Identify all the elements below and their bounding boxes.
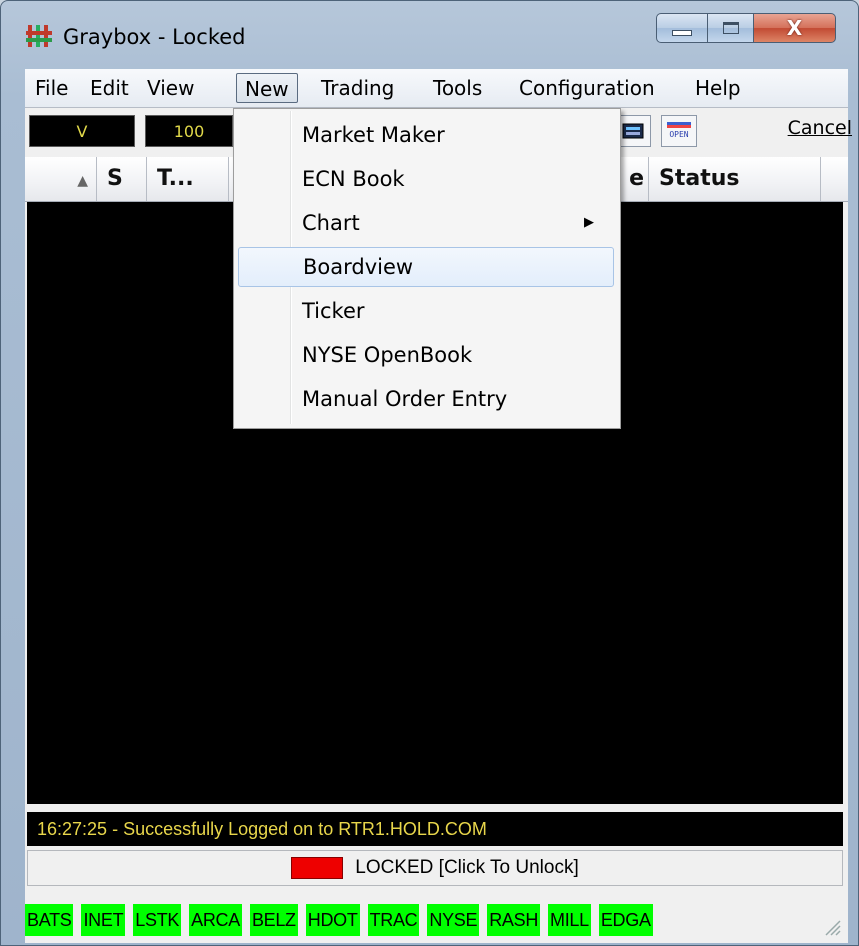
lock-indicator xyxy=(291,857,344,879)
menu-item-label: Boardview xyxy=(303,255,414,279)
menu-tools[interactable]: Tools xyxy=(425,73,490,103)
menu-item-label: NYSE OpenBook xyxy=(302,343,473,367)
menu-item-label: Ticker xyxy=(302,299,365,323)
unlock-button[interactable]: LOCKED [Click To Unlock] xyxy=(27,850,843,886)
ecn-route-bar: BATS INET LSTK ARCA BELZ HDOT TRAC NYSE … xyxy=(25,902,848,938)
menu-item-boardview[interactable]: Boardview xyxy=(238,247,614,287)
open-toolbar-button[interactable]: OPEN xyxy=(661,115,697,147)
ecn-route-arca[interactable]: ARCA xyxy=(189,904,242,936)
lock-status-text: LOCKED [Click To Unlock] xyxy=(355,857,579,878)
close-icon: X xyxy=(786,16,803,40)
menu-item-label: Manual Order Entry xyxy=(302,387,508,411)
minimize-icon xyxy=(672,30,692,36)
ecn-route-rash[interactable]: RASH xyxy=(487,904,541,936)
window-title: Graybox - Locked xyxy=(63,25,246,49)
menu-file[interactable]: File xyxy=(27,73,76,103)
cancel-button[interactable]: Cancel xyxy=(788,117,852,139)
menu-item-label: Chart xyxy=(302,211,360,235)
minimize-button[interactable] xyxy=(656,13,708,43)
new-menu-dropdown: Market Maker ECN Book Chart ▶ Boardview T… xyxy=(233,108,621,429)
menu-view[interactable]: View xyxy=(139,73,202,103)
symbol-input[interactable]: V xyxy=(29,115,135,147)
menu-trading[interactable]: Trading xyxy=(313,73,402,103)
column-header-s[interactable]: S xyxy=(97,157,147,201)
ecn-route-mill[interactable]: MILL xyxy=(548,904,591,936)
ecn-route-hdot[interactable]: HDOT xyxy=(305,904,360,936)
sort-column-header[interactable]: ▲ xyxy=(25,157,97,201)
menu-item-market-maker[interactable]: Market Maker xyxy=(238,115,614,155)
submenu-arrow-icon: ▶ xyxy=(584,215,594,230)
sort-ascending-icon: ▲ xyxy=(77,173,88,189)
graybox-app-icon xyxy=(26,25,52,47)
title-bar[interactable]: Graybox - Locked X xyxy=(1,1,859,67)
svg-text:OPEN: OPEN xyxy=(669,130,688,139)
ecn-route-lstk[interactable]: LSTK xyxy=(133,904,182,936)
resize-grip-icon[interactable] xyxy=(820,915,842,937)
menu-item-label: Market Maker xyxy=(302,123,445,147)
ecn-route-nyse[interactable]: NYSE xyxy=(427,904,480,936)
menu-item-manual-order-entry[interactable]: Manual Order Entry xyxy=(238,379,614,419)
maximize-button[interactable] xyxy=(708,13,754,43)
ecn-route-trac[interactable]: TRAC xyxy=(367,904,420,936)
menu-item-chart[interactable]: Chart ▶ xyxy=(238,203,614,243)
menu-bar: File Edit View New Trading Tools Configu… xyxy=(25,69,848,108)
menu-edit[interactable]: Edit xyxy=(82,73,137,103)
status-message: 16:27:25 - Successfully Logged on to RTR… xyxy=(27,812,843,846)
column-header-t[interactable]: T... xyxy=(147,157,229,201)
monitor-icon xyxy=(622,123,644,139)
menu-help[interactable]: Help xyxy=(687,73,749,103)
menu-item-label: ECN Book xyxy=(302,167,405,191)
ecn-route-bats[interactable]: BATS xyxy=(25,904,74,936)
open-icon: OPEN xyxy=(667,122,691,139)
ecn-route-belz[interactable]: BELZ xyxy=(249,904,298,936)
menu-new[interactable]: New xyxy=(236,73,298,103)
column-header-status[interactable]: Status xyxy=(649,157,821,201)
ecn-route-edga[interactable]: EDGA xyxy=(598,904,653,936)
menu-item-ticker[interactable]: Ticker xyxy=(238,291,614,331)
menu-item-nyse-openbook[interactable]: NYSE OpenBook xyxy=(238,335,614,375)
ecn-route-inet[interactable]: INET xyxy=(81,904,126,936)
close-button[interactable]: X xyxy=(754,13,836,43)
quantity-input[interactable]: 100 xyxy=(145,115,233,147)
menu-configuration[interactable]: Configuration xyxy=(511,73,663,103)
menu-item-ecn-book[interactable]: ECN Book xyxy=(238,159,614,199)
app-window: Graybox - Locked X File Edit View New Tr… xyxy=(0,0,859,946)
maximize-icon xyxy=(722,22,739,34)
